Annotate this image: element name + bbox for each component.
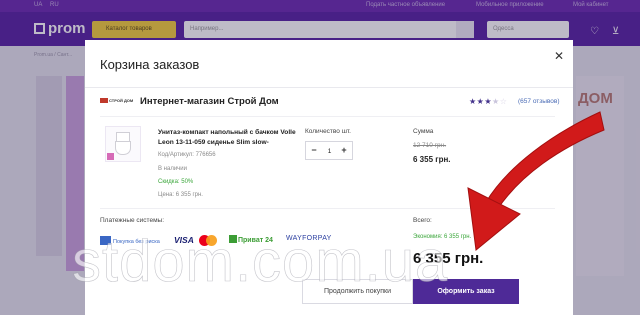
half-star-icon: ★ [492,97,500,106]
total-label: Всего: [413,217,432,224]
quantity-stepper: − + [305,141,353,160]
safe-purchase-text: Покупка без риска [113,239,160,245]
old-sum: 12 710 грн. [413,142,447,149]
payment-systems-label: Платежные системы: [100,217,165,224]
shield-icon [100,236,111,245]
product-thumbnail[interactable] [105,126,141,162]
checkout-button[interactable]: Оформить заказ [413,279,519,304]
rating-stars: ★★★★☆ [469,97,508,106]
visa-logo: VISA [174,235,194,245]
item-sum: 6 355 грн. [413,155,451,164]
availability-status: В наличии [158,166,188,172]
wayforpay-logo: WAYFORPAY [286,235,332,242]
store-logo-icon [100,98,108,103]
close-icon[interactable]: ✕ [554,49,564,63]
reviews-link[interactable]: (657 отзывов) [518,98,560,105]
divider [85,87,573,88]
privat-icon [229,235,237,243]
cart-modal: Корзина заказов ✕ СТРОЙ ДОМ Интернет-маг… [85,40,573,315]
store-logo: СТРОЙ ДОМ [100,98,133,103]
discount-text: Скидка: 50% [158,179,194,185]
sum-label: Сумма [413,128,434,135]
product-name-link[interactable]: Унитаз-компакт напольный с бачком Volle … [158,128,298,147]
unit-price: Цена: 6 355 грн. [158,192,203,198]
quantity-input[interactable] [321,145,338,157]
product-sku: Код/Артикул: 776656 [158,152,216,158]
empty-star-icon: ☆ [499,97,508,106]
divider [100,208,555,209]
total-amount: 6 355 грн. [413,250,484,267]
toilet-bowl-shape [115,141,131,155]
mastercard-yellow-circle [206,235,217,246]
quantity-label: Количество шт. [305,128,351,135]
privat24-text: Приват 24 [238,237,273,244]
mastercard-logo [199,235,219,246]
saving-text: Экономия: 6 355 грн. [413,234,472,240]
store-logo-text: СТРОЙ ДОМ [109,98,134,103]
divider [100,116,555,117]
product-tag-icon [107,153,114,160]
increment-button[interactable]: + [339,145,349,157]
modal-title: Корзина заказов [100,57,200,72]
continue-shopping-button[interactable]: Продолжить покупки [302,279,413,304]
privat24-logo: Приват 24 [229,235,273,244]
store-name[interactable]: Интернет-магазин Строй Дом [140,96,279,107]
decrement-button[interactable]: − [309,145,319,157]
safe-purchase-badge: Покупка без риска [100,236,160,245]
